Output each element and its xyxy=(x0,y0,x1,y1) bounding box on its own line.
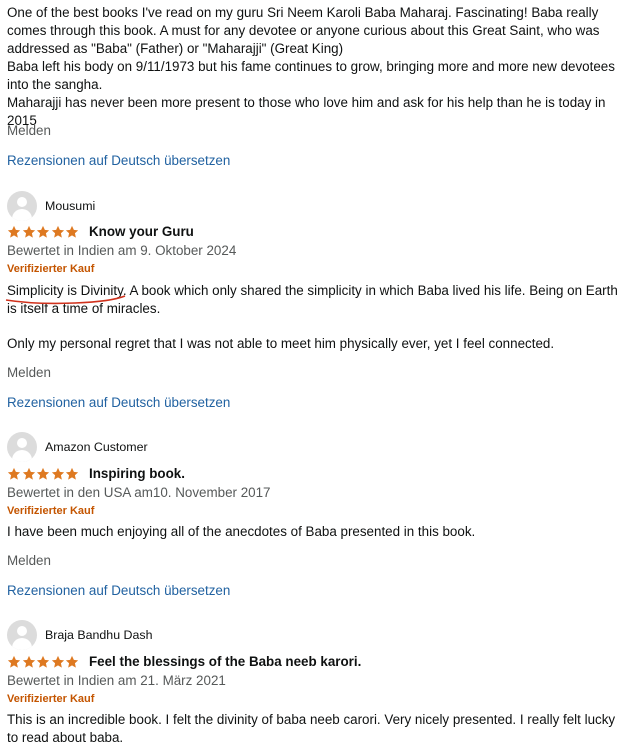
hand-drawn-underline xyxy=(5,295,126,305)
review-paragraph: I have been much enjoying all of the ane… xyxy=(7,524,476,539)
report-button[interactable]: Melden xyxy=(7,365,51,380)
reviews-page: One of the best books I've read on my gu… xyxy=(0,0,625,748)
verified-purchase-badge: Verifizierter Kauf xyxy=(7,693,95,705)
review-date: Bewertet in Indien am 9. Oktober 2024 xyxy=(7,243,237,258)
star-filled-icon xyxy=(51,655,64,668)
star-filled-icon xyxy=(37,655,50,668)
review-body: This is an incredible book. I felt the d… xyxy=(7,711,619,747)
review-date: Bewertet in den USA am10. November 2017 xyxy=(7,485,271,500)
verified-purchase-badge: Verifizierter Kauf xyxy=(7,505,95,517)
review-title[interactable]: Know your Guru xyxy=(89,224,194,239)
review-title[interactable]: Feel the blessings of the Baba neeb karo… xyxy=(89,654,361,669)
translate-reviews-link[interactable]: Rezensionen auf Deutsch übersetzen xyxy=(7,153,230,168)
star-filled-icon xyxy=(7,225,21,238)
default-user-avatar-icon xyxy=(7,432,37,462)
default-user-avatar-icon xyxy=(7,620,37,650)
reviewer-profile[interactable]: Mousumi xyxy=(7,191,95,221)
reviewer-name: Mousumi xyxy=(45,199,96,213)
star-rating[interactable] xyxy=(7,225,80,239)
review-body: Simplicity is Divinity. A book which onl… xyxy=(7,282,619,353)
reviewer-name: Braja Bandhu Dash xyxy=(45,628,153,642)
default-user-avatar-icon xyxy=(7,191,37,221)
verified-purchase-badge: Verifizierter Kauf xyxy=(7,263,95,275)
review-title-row: Know your Guru xyxy=(7,224,194,239)
review-title[interactable]: Inspiring book. xyxy=(89,466,185,481)
review-paragraph: Only my personal regret that I was not a… xyxy=(7,336,555,351)
star-filled-icon xyxy=(37,467,50,480)
star-filled-icon xyxy=(66,467,79,480)
star-rating[interactable] xyxy=(7,467,80,481)
review-body: I have been much enjoying all of the ane… xyxy=(7,523,619,541)
review-paragraph: Maharajji has never been more present to… xyxy=(7,95,606,128)
report-button[interactable]: Melden xyxy=(7,123,51,138)
star-filled-icon xyxy=(37,225,50,238)
review-paragraph: This is an incredible book. I felt the d… xyxy=(7,712,616,745)
star-filled-icon xyxy=(51,467,64,480)
star-filled-icon xyxy=(22,467,35,480)
report-button[interactable]: Melden xyxy=(7,553,51,568)
review-title-row: Feel the blessings of the Baba neeb karo… xyxy=(7,654,361,669)
review-date: Bewertet in Indien am 21. März 2021 xyxy=(7,673,226,688)
review-title-row: Inspiring book. xyxy=(7,466,185,481)
star-filled-icon xyxy=(22,655,35,668)
review-paragraph: Baba left his body on 9/11/1973 but his … xyxy=(7,59,615,92)
reviewer-profile[interactable]: Amazon Customer xyxy=(7,432,148,462)
translate-reviews-link[interactable]: Rezensionen auf Deutsch übersetzen xyxy=(7,583,230,598)
review-body-top: One of the best books I've read on my gu… xyxy=(7,4,619,130)
star-rating[interactable] xyxy=(7,655,80,669)
star-filled-icon xyxy=(7,655,21,668)
reviewer-name: Amazon Customer xyxy=(45,440,148,454)
reviewer-profile[interactable]: Braja Bandhu Dash xyxy=(7,620,152,650)
star-filled-icon xyxy=(66,655,79,668)
star-filled-icon xyxy=(7,467,21,480)
review-paragraph: One of the best books I've read on my gu… xyxy=(7,5,600,56)
star-filled-icon xyxy=(51,225,64,238)
star-filled-icon xyxy=(66,225,79,238)
star-filled-icon xyxy=(22,225,35,238)
translate-reviews-link[interactable]: Rezensionen auf Deutsch übersetzen xyxy=(7,395,230,410)
